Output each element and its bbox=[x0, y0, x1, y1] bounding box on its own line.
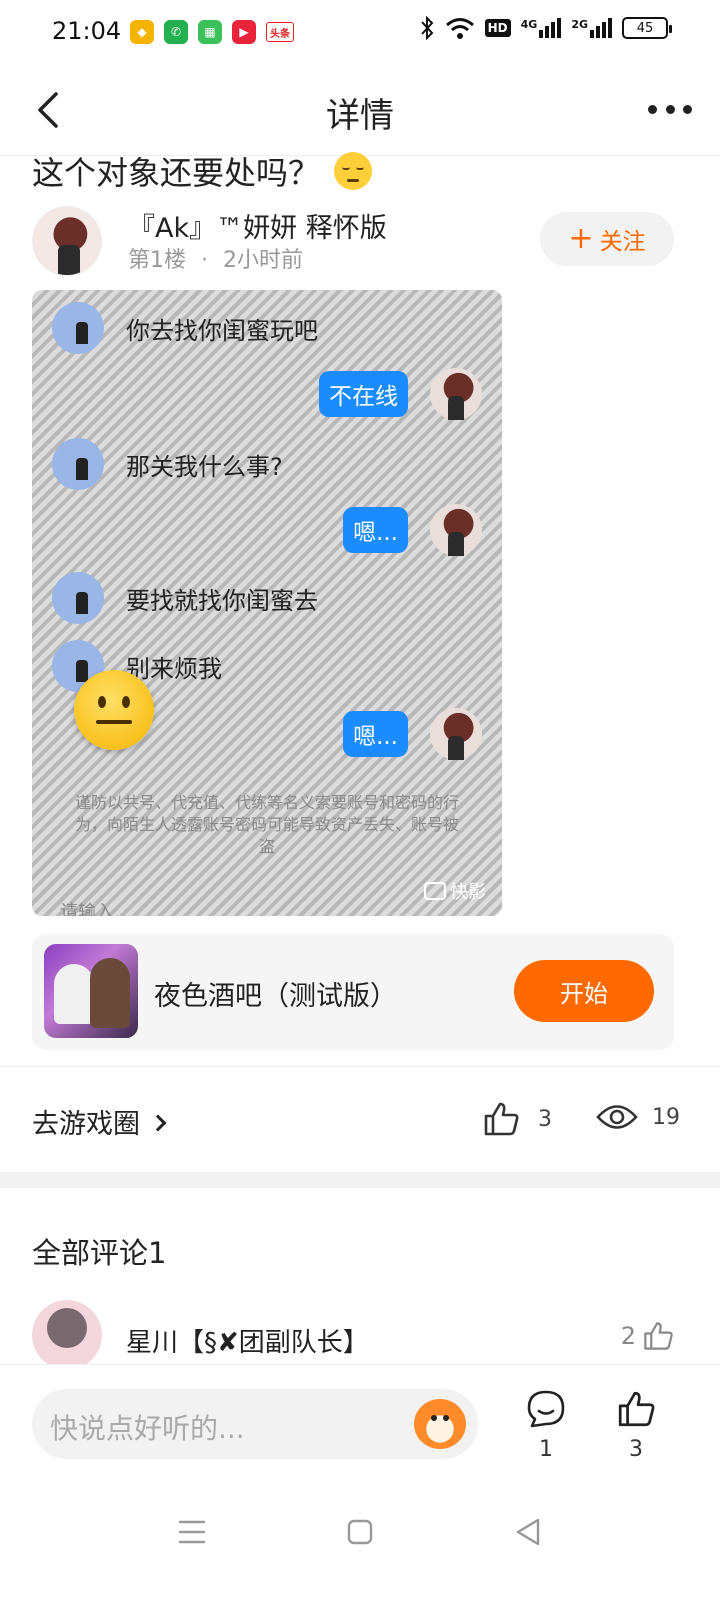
author-avatar[interactable] bbox=[32, 206, 102, 276]
chat-avatar bbox=[430, 504, 482, 556]
status-indicators: HD 4G 2G 45 bbox=[419, 16, 672, 40]
chat-text: 那关我什么事? bbox=[126, 452, 283, 481]
battery-indicator: 45 bbox=[622, 17, 672, 39]
chat-message-right: 嗯... bbox=[343, 708, 482, 760]
camera-icon bbox=[424, 882, 446, 900]
chat-message-right: 不在线 bbox=[319, 368, 482, 420]
comment-count: 1 bbox=[539, 1437, 553, 1462]
chat-message-left: 要找就找你闺蜜去 bbox=[52, 572, 318, 624]
status-bar: 21:04 ◆ ✆ ▦ ▶ 头条 HD 4G 2G 45 bbox=[0, 0, 720, 64]
battery-level: 45 bbox=[636, 20, 654, 36]
comment-bubble-icon bbox=[527, 1390, 565, 1428]
post-meta: 第1楼 · 2小时前 bbox=[128, 242, 303, 274]
chat-bubble: 嗯... bbox=[343, 711, 408, 757]
meta-separator: · bbox=[201, 248, 208, 273]
plus-icon: + bbox=[568, 221, 594, 256]
toutiao-icon: 头条 bbox=[266, 22, 294, 42]
chevron-right-icon bbox=[149, 1114, 167, 1131]
comment-avatar[interactable] bbox=[32, 1300, 102, 1370]
goto-game-circle-label: 去游戏圈 bbox=[32, 1109, 140, 1140]
app-store-icon: ▦ bbox=[198, 20, 222, 44]
eye-icon bbox=[596, 1105, 638, 1129]
chat-bubble: 不在线 bbox=[319, 371, 408, 417]
comments-button[interactable]: 1 bbox=[520, 1389, 572, 1462]
signal-4g: 4G bbox=[521, 18, 562, 38]
author-name[interactable]: 『Ak』™妍妍 释怀版 bbox=[128, 206, 387, 245]
game-icon bbox=[44, 944, 138, 1038]
video-icon: ▶ bbox=[232, 20, 256, 44]
chat-text: 要找就找你闺蜜去 bbox=[126, 586, 318, 615]
recent-apps-icon[interactable] bbox=[172, 1512, 212, 1552]
chat-input-hint: 请输入... bbox=[60, 902, 132, 916]
signal-icon bbox=[539, 18, 562, 38]
comments-header: 全部评论1 bbox=[32, 1236, 167, 1270]
chat-message-right: 嗯... bbox=[343, 504, 482, 556]
top-nav-bar: 详情 bbox=[0, 64, 720, 156]
security-warning-text: 谨防以共号、代充值、代练等名义索要账号和密码的行为，向陌生人透露账号密码可能导致… bbox=[74, 793, 459, 856]
comment-author-name[interactable]: 星川【§✘团副队长】 bbox=[126, 1322, 369, 1359]
wifi-icon bbox=[445, 18, 474, 39]
post-image[interactable]: 你去找你闺蜜玩吧 不在线 那关我什么事? 嗯... 要找就找你闺蜜去 别来烦我 … bbox=[32, 290, 502, 916]
signal-icon bbox=[590, 18, 612, 38]
bottom-action-bar: 快说点好听的... 1 3 bbox=[0, 1364, 720, 1478]
comment-input[interactable]: 快说点好听的... bbox=[32, 1389, 478, 1459]
follow-button[interactable]: + 关注 bbox=[540, 212, 674, 266]
chat-avatar bbox=[52, 438, 104, 490]
post-title-text: 这个对象还要处吗？ bbox=[32, 154, 321, 192]
chat-avatar bbox=[52, 302, 104, 354]
phone-icon: ✆ bbox=[164, 20, 188, 44]
bluetooth-icon bbox=[420, 16, 433, 40]
section-divider bbox=[0, 1172, 720, 1188]
follow-label: 关注 bbox=[599, 229, 646, 255]
comment-like-button[interactable]: 2 bbox=[621, 1320, 674, 1352]
game-card[interactable]: 夜色酒吧（测试版） 开始 bbox=[32, 934, 674, 1050]
hd-badge: HD bbox=[484, 19, 511, 37]
status-app-icons: ◆ ✆ ▦ ▶ 头条 bbox=[130, 20, 294, 44]
thumbs-up-icon bbox=[484, 1102, 519, 1136]
thumbs-up-icon bbox=[618, 1391, 655, 1427]
home-icon[interactable] bbox=[340, 1512, 380, 1552]
thumbs-up-icon bbox=[644, 1322, 673, 1350]
comment-input-placeholder: 快说点好听的... bbox=[50, 1412, 245, 1445]
wallet-icon: ◆ bbox=[130, 20, 154, 44]
mascot-emoji-icon[interactable] bbox=[414, 1399, 466, 1449]
signal-2g: 2G bbox=[571, 18, 612, 38]
goto-game-circle-link[interactable]: 去游戏圈 bbox=[32, 1102, 167, 1141]
more-options-icon[interactable] bbox=[648, 100, 692, 118]
bottom-like-count: 3 bbox=[629, 1437, 643, 1462]
divider bbox=[0, 1066, 720, 1067]
post-title: 这个对象还要处吗？ bbox=[32, 148, 373, 194]
chat-bubble: 嗯... bbox=[343, 507, 408, 553]
page-title: 详情 bbox=[326, 96, 394, 136]
neutral-face-emoji-icon bbox=[74, 670, 154, 750]
view-count: 19 bbox=[652, 1104, 680, 1130]
post-time: 2小时前 bbox=[223, 248, 303, 273]
pensive-emoji-icon bbox=[334, 152, 373, 190]
start-game-button[interactable]: 开始 bbox=[514, 960, 654, 1022]
chat-message-left: 你去找你闺蜜玩吧 bbox=[52, 302, 318, 354]
watermark-text: 快影 bbox=[450, 882, 486, 903]
chat-avatar bbox=[430, 708, 482, 760]
like-count: 3 bbox=[538, 1106, 552, 1132]
floor-number: 第1楼 bbox=[128, 248, 186, 273]
like-button[interactable]: 3 bbox=[610, 1389, 662, 1462]
chat-text: 你去找你闺蜜玩吧 bbox=[126, 316, 318, 345]
system-back-icon[interactable] bbox=[508, 1512, 548, 1552]
comment-like-count: 2 bbox=[620, 1322, 636, 1350]
system-navigation-bar bbox=[0, 1480, 720, 1600]
game-name: 夜色酒吧（测试版） bbox=[154, 981, 397, 1012]
chat-message-left: 那关我什么事? bbox=[52, 438, 283, 490]
post-like-button[interactable]: 3 bbox=[482, 1100, 552, 1138]
chat-text: 别来烦我 bbox=[126, 654, 222, 683]
view-count-stat: 19 bbox=[596, 1100, 680, 1134]
status-time: 21:04 bbox=[52, 17, 122, 45]
chat-avatar bbox=[430, 368, 482, 420]
chat-avatar bbox=[52, 572, 104, 624]
kuaiying-watermark: 快影 bbox=[424, 878, 486, 904]
